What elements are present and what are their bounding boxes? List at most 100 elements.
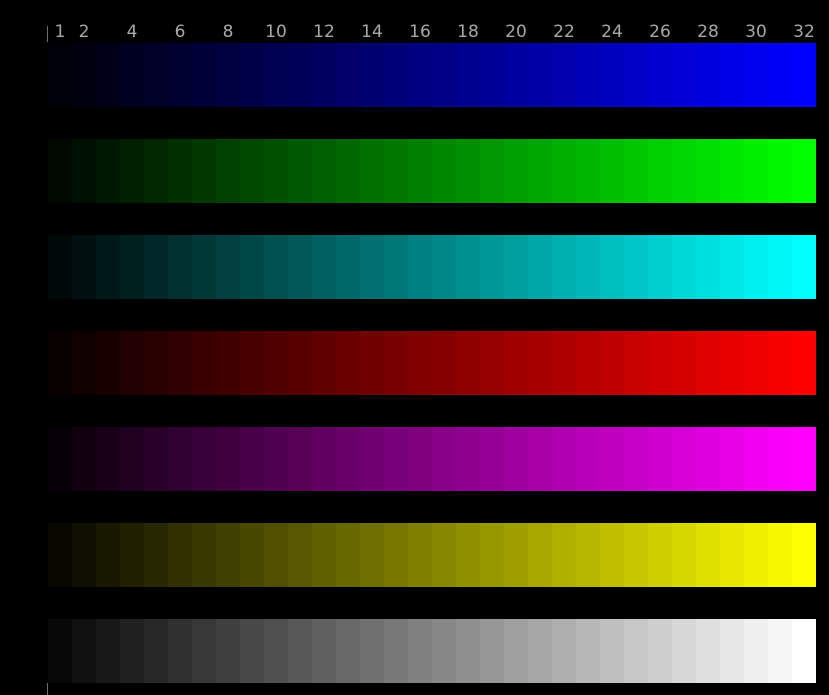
ramp-step — [576, 619, 600, 683]
ramp-step — [792, 619, 816, 683]
ramp-step — [336, 523, 360, 587]
ramp-step — [360, 427, 384, 491]
ramp-step — [360, 43, 384, 107]
ramp-step — [768, 331, 792, 395]
ramp-step — [168, 331, 192, 395]
ramp-step — [360, 523, 384, 587]
ramp-step — [216, 523, 240, 587]
ramp-step — [720, 523, 744, 587]
ramp-step — [696, 427, 720, 491]
ramp-step — [168, 523, 192, 587]
ramp-step — [216, 619, 240, 683]
ramp-step — [216, 427, 240, 491]
ramp-step — [624, 235, 648, 299]
ramp-step — [432, 331, 456, 395]
ramp-step — [552, 139, 576, 203]
ramp-step — [408, 331, 432, 395]
tick-label-30: 30 — [745, 22, 767, 42]
ramp-step — [576, 235, 600, 299]
ramp-step — [192, 43, 216, 107]
ramp-step — [192, 523, 216, 587]
ramp-step — [312, 523, 336, 587]
ramp-step — [120, 427, 144, 491]
ramp-step — [168, 235, 192, 299]
ramp-step — [576, 523, 600, 587]
ramp-step — [720, 235, 744, 299]
ramp-step — [216, 43, 240, 107]
ramp-step — [336, 427, 360, 491]
ramp-step — [216, 331, 240, 395]
ramp-step — [288, 139, 312, 203]
ramp-step — [720, 43, 744, 107]
ramp-step — [528, 331, 552, 395]
ramp-step — [192, 427, 216, 491]
ramp-step — [432, 235, 456, 299]
ramp-step — [360, 235, 384, 299]
ramp-step — [792, 43, 816, 107]
ramp-step — [168, 427, 192, 491]
ramp-step — [384, 43, 408, 107]
ramp-step — [552, 427, 576, 491]
ramp-step — [384, 139, 408, 203]
ramp-step — [648, 235, 672, 299]
axis-marker-top — [47, 26, 48, 42]
ramp-step — [96, 43, 120, 107]
ramp-step — [432, 523, 456, 587]
ramp-step — [792, 331, 816, 395]
ramp-step — [96, 427, 120, 491]
ramp-step — [432, 427, 456, 491]
ramp-step — [240, 139, 264, 203]
ramp-ff0000 — [48, 331, 816, 395]
ramp-step — [48, 331, 72, 395]
ramp-step — [480, 139, 504, 203]
ramp-step — [504, 43, 528, 107]
ramp-step — [144, 235, 168, 299]
ramp-00ff00 — [48, 139, 816, 203]
ramp-step — [312, 427, 336, 491]
ramp-step — [792, 523, 816, 587]
tick-label-2: 2 — [78, 22, 90, 42]
ramp-ffff00 — [48, 523, 816, 587]
ramp-step — [264, 43, 288, 107]
tick-label-26: 26 — [649, 22, 671, 42]
ramp-step — [720, 619, 744, 683]
ramp-step — [72, 619, 96, 683]
ramp-step — [96, 139, 120, 203]
tick-label-14: 14 — [361, 22, 383, 42]
ramp-step — [144, 331, 168, 395]
ramp-step — [648, 427, 672, 491]
ramp-step — [744, 619, 768, 683]
ramp-step — [600, 235, 624, 299]
ramp-step — [552, 235, 576, 299]
tick-label-12: 12 — [313, 22, 335, 42]
ramp-step — [744, 427, 768, 491]
ramp-step — [408, 43, 432, 107]
ramp-step — [240, 43, 264, 107]
ramp-step — [528, 523, 552, 587]
ramp-step — [216, 139, 240, 203]
ramp-step — [72, 139, 96, 203]
ramp-step — [648, 523, 672, 587]
tick-label-16: 16 — [409, 22, 431, 42]
ramp-step — [504, 427, 528, 491]
ramp-step — [648, 619, 672, 683]
ramp-step — [696, 43, 720, 107]
ramp-step — [48, 619, 72, 683]
ramp-step — [144, 139, 168, 203]
ramp-step — [408, 619, 432, 683]
ramp-step — [384, 235, 408, 299]
ramp-step — [360, 619, 384, 683]
ramp-step — [120, 331, 144, 395]
ramp-step — [624, 43, 648, 107]
ramp-step — [96, 235, 120, 299]
ramp-step — [672, 331, 696, 395]
ramp-step — [48, 235, 72, 299]
ramp-step — [648, 43, 672, 107]
ramp-step — [456, 619, 480, 683]
axis-marker-bottom — [47, 683, 48, 695]
ramp-step — [624, 139, 648, 203]
ramp-step — [528, 43, 552, 107]
ramp-step — [384, 619, 408, 683]
ramp-step — [288, 331, 312, 395]
ramp-step — [528, 235, 552, 299]
